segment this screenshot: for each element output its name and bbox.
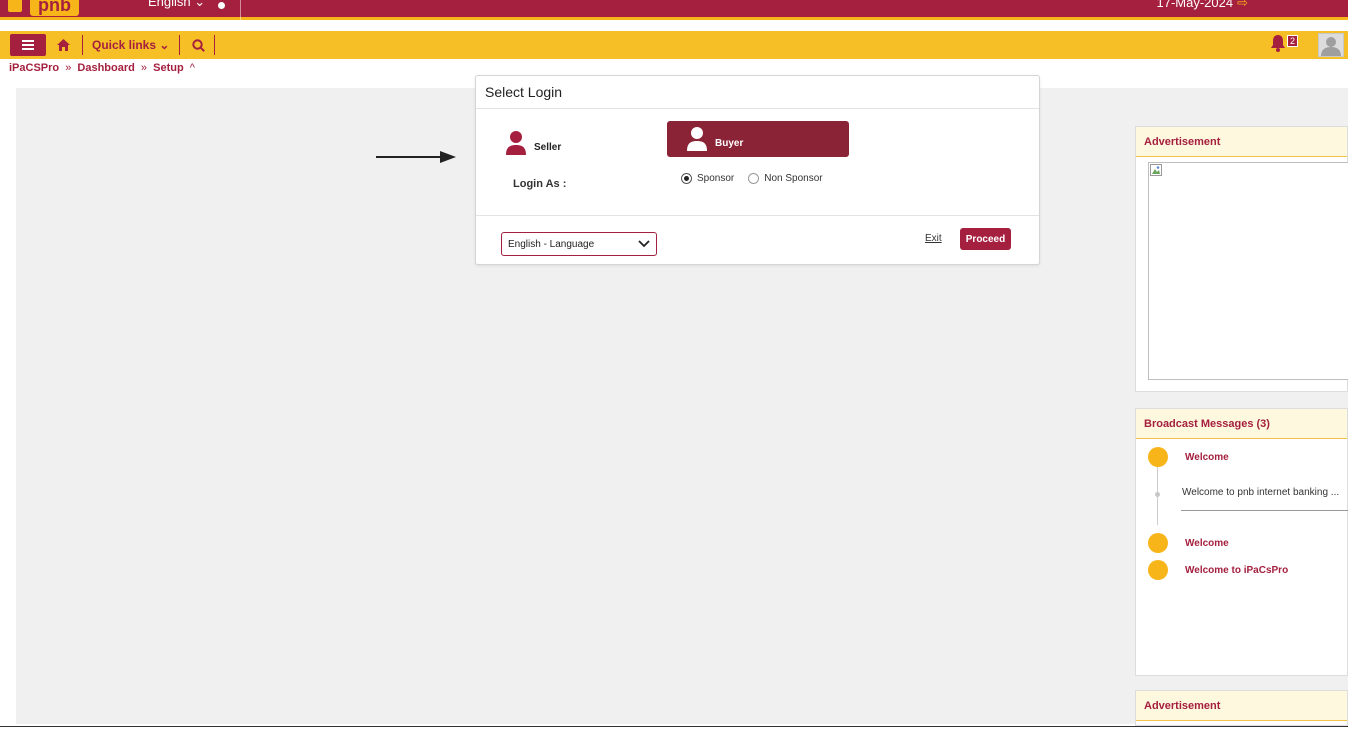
bell-icon bbox=[1271, 35, 1285, 52]
timeline-dot-icon bbox=[1148, 560, 1168, 580]
chevron-down-icon bbox=[638, 240, 650, 248]
user-avatar-button[interactable] bbox=[1318, 33, 1344, 57]
pointer-arrow-icon bbox=[376, 151, 456, 163]
breadcrumb-item-setup[interactable]: Setup bbox=[153, 62, 184, 74]
broadcast-item-message[interactable]: Welcome to pnb internet banking ... bbox=[1182, 487, 1339, 498]
seller-label: Seller bbox=[534, 141, 562, 153]
breadcrumb-item-home[interactable]: iPaCSPro bbox=[9, 62, 59, 74]
broadcast-messages-title: Broadcast Messages (3) bbox=[1136, 409, 1347, 439]
notification-badge: 2 bbox=[1286, 35, 1298, 47]
divider bbox=[476, 215, 1039, 216]
current-date: 17-May-2024 ⇨ bbox=[1156, 0, 1248, 11]
logo-text: pnb bbox=[30, 0, 79, 16]
broadcast-messages-panel: Broadcast Messages (3) Welcome Welcome t… bbox=[1135, 408, 1348, 676]
hamburger-menu-button[interactable] bbox=[10, 34, 46, 56]
seller-option[interactable]: Seller bbox=[506, 128, 561, 158]
sponsor-radio-label[interactable]: Sponsor bbox=[697, 173, 734, 184]
broadcast-item-title[interactable]: Welcome bbox=[1185, 538, 1229, 549]
login-as-label: Login As : bbox=[513, 178, 567, 190]
advertisement-title: Advertisement bbox=[1136, 691, 1347, 721]
divider bbox=[1181, 510, 1348, 511]
logo-mark-icon bbox=[8, 0, 22, 12]
exit-link[interactable]: Exit bbox=[925, 233, 942, 244]
broadcast-item[interactable]: Welcome bbox=[1148, 533, 1229, 553]
quick-links-dropdown[interactable]: Quick links ⌄ bbox=[92, 35, 169, 55]
toolbar-divider bbox=[179, 35, 180, 55]
breadcrumb: iPaCSPro » Dashboard » Setup ^ bbox=[9, 62, 195, 74]
search-icon bbox=[191, 38, 205, 52]
sponsor-radio[interactable] bbox=[681, 173, 692, 184]
proceed-button[interactable]: Proceed bbox=[960, 228, 1011, 250]
home-icon bbox=[56, 39, 70, 51]
top-header: pnb English ⌄ 17-May-2024 ⇨ bbox=[0, 0, 1348, 20]
broadcast-item[interactable]: Welcome bbox=[1148, 447, 1229, 467]
non-sponsor-radio[interactable] bbox=[748, 173, 760, 184]
radio-selected-dot bbox=[684, 176, 689, 181]
status-dot-icon bbox=[218, 2, 225, 9]
broadcast-item[interactable]: Welcome to iPaCsPro bbox=[1148, 560, 1288, 580]
language-select-value: English - Language bbox=[508, 238, 595, 250]
buyer-label: Buyer bbox=[715, 137, 744, 149]
seller-user-icon bbox=[506, 131, 526, 155]
breadcrumb-separator: » bbox=[65, 62, 72, 74]
toolbar: Quick links ⌄ 2 bbox=[0, 31, 1348, 59]
dialog-title: Select Login bbox=[485, 84, 563, 100]
divider bbox=[476, 108, 1039, 109]
timeline-dot-icon bbox=[1148, 447, 1168, 467]
non-sponsor-radio-label[interactable]: Non Sponsor bbox=[764, 173, 822, 184]
buyer-user-icon bbox=[687, 127, 707, 151]
home-button[interactable] bbox=[50, 34, 76, 56]
language-switcher[interactable]: English ⌄ bbox=[148, 0, 205, 10]
toolbar-divider bbox=[214, 35, 215, 55]
user-avatar-icon bbox=[1321, 37, 1341, 56]
advertisement-panel: Advertisement bbox=[1135, 126, 1348, 392]
search-button[interactable] bbox=[188, 34, 208, 56]
chevron-up-icon[interactable]: ^ bbox=[190, 62, 195, 74]
breadcrumb-separator: » bbox=[140, 62, 148, 74]
hamburger-icon bbox=[22, 40, 34, 50]
login-type-radio-group: Sponsor Non Sponsor bbox=[681, 173, 837, 184]
broadcast-item-title[interactable]: Welcome bbox=[1185, 452, 1229, 463]
broken-image-icon bbox=[1150, 164, 1162, 176]
language-select[interactable]: English - Language bbox=[501, 232, 657, 256]
select-login-dialog: Select Login Seller Buyer Login As : Spo… bbox=[475, 75, 1040, 265]
timeline-dot-icon bbox=[1148, 533, 1168, 553]
timeline-small-dot-icon bbox=[1155, 492, 1160, 497]
buyer-option[interactable]: Buyer bbox=[667, 121, 849, 157]
bottom-divider bbox=[0, 726, 1348, 727]
toolbar-divider bbox=[82, 35, 83, 55]
divider bbox=[240, 0, 241, 20]
logout-arrow-icon[interactable]: ⇨ bbox=[1237, 0, 1248, 10]
broadcast-item-title[interactable]: Welcome to iPaCsPro bbox=[1185, 565, 1288, 576]
date-text: 17-May-2024 bbox=[1156, 0, 1234, 10]
advertisement-image[interactable] bbox=[1148, 162, 1348, 380]
breadcrumb-item-dashboard[interactable]: Dashboard bbox=[77, 62, 134, 74]
advertisement-title: Advertisement bbox=[1136, 127, 1347, 157]
logo[interactable]: pnb bbox=[0, 0, 79, 18]
advertisement-panel-2: Advertisement bbox=[1135, 690, 1348, 726]
